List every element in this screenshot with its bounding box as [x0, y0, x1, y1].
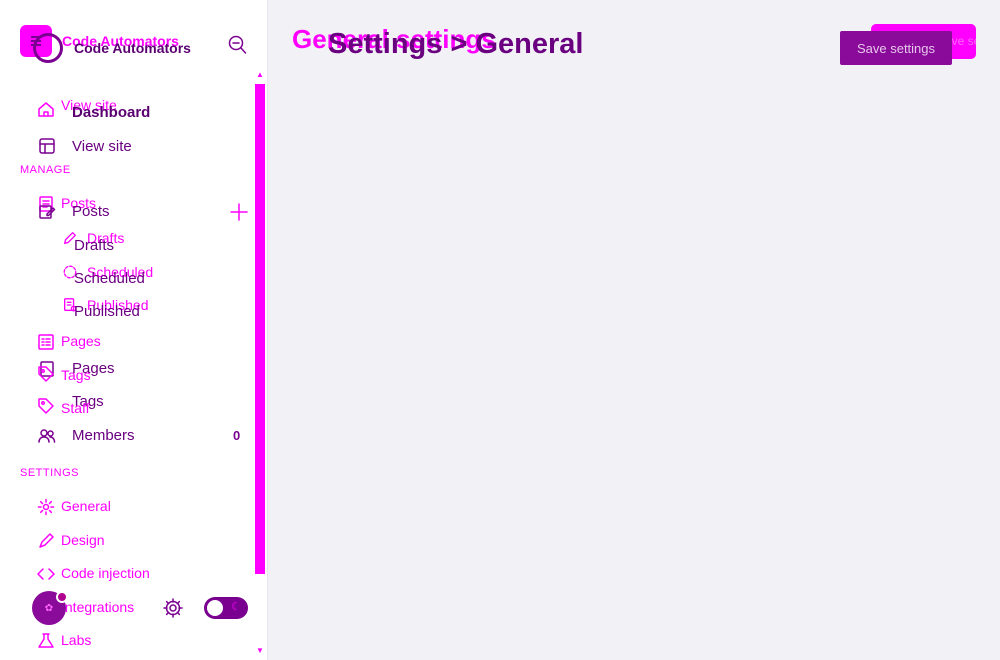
settings-gear-icon[interactable] [162, 597, 184, 619]
brand-name[interactable]: Code Automators [74, 40, 191, 56]
nav-published[interactable]: Published [74, 303, 140, 320]
search-icon[interactable] [227, 34, 247, 56]
tag-icon [37, 397, 55, 415]
scroll-up-icon[interactable]: ▲ [255, 70, 265, 79]
nav-view-site[interactable]: View site [72, 138, 132, 155]
pages-icon [37, 333, 55, 351]
brush-icon [37, 532, 55, 550]
toggle-knob [207, 600, 223, 616]
nav-staff-ghost[interactable]: Staff [61, 400, 90, 416]
home-icon [37, 100, 55, 118]
section-manage: MANAGE [20, 164, 71, 176]
layout-icon [38, 137, 56, 155]
edit-icon [38, 203, 56, 221]
tags-icon [37, 365, 55, 383]
notification-dot [56, 591, 68, 603]
nav-members[interactable]: Members [72, 427, 135, 444]
nav-pages-ghost[interactable]: Pages [61, 333, 101, 349]
gear-icon [37, 498, 55, 516]
nav-dashboard[interactable]: Dashboard [72, 104, 150, 121]
nav-labs-ghost[interactable]: Labs [61, 632, 91, 648]
avatar-icon: ✿ [44, 602, 54, 614]
plus-icon[interactable] [229, 202, 249, 222]
page-title: Settings > General [328, 28, 584, 60]
nav-scheduled[interactable]: Scheduled [74, 270, 145, 287]
nav-integrations-ghost[interactable]: Integrations [61, 599, 134, 615]
sidebar: Code Automators Code Automators View sit… [0, 0, 268, 660]
section-settings: SETTINGS [20, 467, 80, 479]
scrollbar-thumb[interactable] [255, 84, 265, 574]
nav-posts[interactable]: Posts [72, 203, 110, 220]
flask-icon [37, 632, 55, 650]
scroll-down-icon[interactable]: ▼ [255, 646, 265, 655]
code-icon [37, 565, 55, 583]
moon-icon: ☾ [231, 601, 241, 613]
members-count: 0 [233, 428, 241, 443]
nav-code-injection-ghost[interactable]: Code injection [61, 565, 150, 581]
nav-drafts[interactable]: Drafts [74, 237, 114, 254]
members-icon [38, 427, 56, 445]
nav-design-ghost[interactable]: Design [61, 532, 105, 548]
nav-tags-ghost[interactable]: Tags [61, 367, 91, 383]
theme-toggle[interactable]: ☾ [204, 597, 248, 619]
save-button[interactable]: Save settings [840, 31, 952, 65]
nav-general-ghost[interactable]: General [61, 498, 111, 514]
brand-logo [33, 33, 63, 63]
